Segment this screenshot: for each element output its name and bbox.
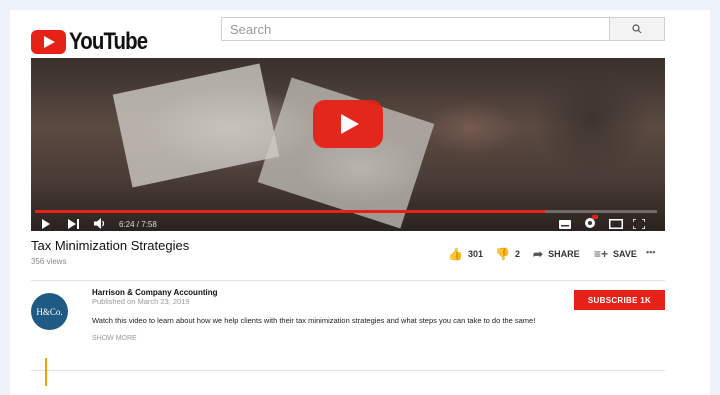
accent-bar <box>45 358 47 386</box>
youtube-logo-icon <box>31 30 66 54</box>
fullscreen-icon[interactable] <box>633 219 645 229</box>
search-icon <box>632 24 642 34</box>
save-button[interactable]: ≡+ SAVE <box>594 247 637 261</box>
dislike-count: 2 <box>514 249 520 259</box>
video-frame-paper <box>112 63 280 188</box>
dislike-button[interactable]: 👎 2 <box>495 247 520 261</box>
divider <box>31 370 665 371</box>
progress-fill <box>35 210 546 213</box>
more-button[interactable]: ••• <box>646 247 655 257</box>
youtube-logo[interactable]: YouTube <box>31 28 161 56</box>
share-button[interactable]: ➦ SHARE <box>533 247 580 261</box>
video-title: Tax Minimization Strategies <box>31 238 190 253</box>
video-description: Watch this video to learn about how we h… <box>92 316 536 325</box>
save-icon: ≡+ <box>594 247 609 261</box>
video-player[interactable]: 6:24 / 7:58 <box>31 58 665 231</box>
share-icon: ➦ <box>533 247 544 261</box>
next-icon[interactable] <box>68 219 80 229</box>
thumbs-up-icon: 👍 <box>448 247 463 261</box>
like-count: 301 <box>467 249 483 259</box>
theater-icon[interactable] <box>609 219 623 229</box>
save-label: SAVE <box>613 249 637 259</box>
search-button[interactable] <box>610 17 665 41</box>
volume-icon[interactable] <box>94 218 106 229</box>
progress-bar[interactable] <box>35 210 657 213</box>
show-more-link[interactable]: SHOW MORE <box>92 335 137 342</box>
search-input[interactable]: Search <box>221 17 610 41</box>
logo-text: YouTube <box>69 28 148 55</box>
time-display: 6:24 / 7:58 <box>119 220 157 229</box>
big-play-icon[interactable] <box>313 100 383 148</box>
channel-avatar[interactable]: H&Co. <box>31 293 68 330</box>
settings-icon[interactable] <box>584 215 598 229</box>
publish-date: Published on March 23, 2019 <box>92 297 190 306</box>
channel-name[interactable]: Harrison & Company Accounting <box>92 288 218 297</box>
divider <box>31 280 665 281</box>
more-icon: ••• <box>646 247 656 257</box>
view-count: 356 views <box>31 257 67 266</box>
like-button[interactable]: 👍 301 <box>448 247 483 261</box>
play-icon[interactable] <box>41 219 51 229</box>
search-placeholder: Search <box>230 22 272 37</box>
thumbs-down-icon: 👎 <box>495 247 510 261</box>
subtitles-icon[interactable] <box>559 220 571 229</box>
share-label: SHARE <box>548 249 580 259</box>
subscribe-button[interactable]: SUBSCRIBE 1K <box>574 290 665 310</box>
